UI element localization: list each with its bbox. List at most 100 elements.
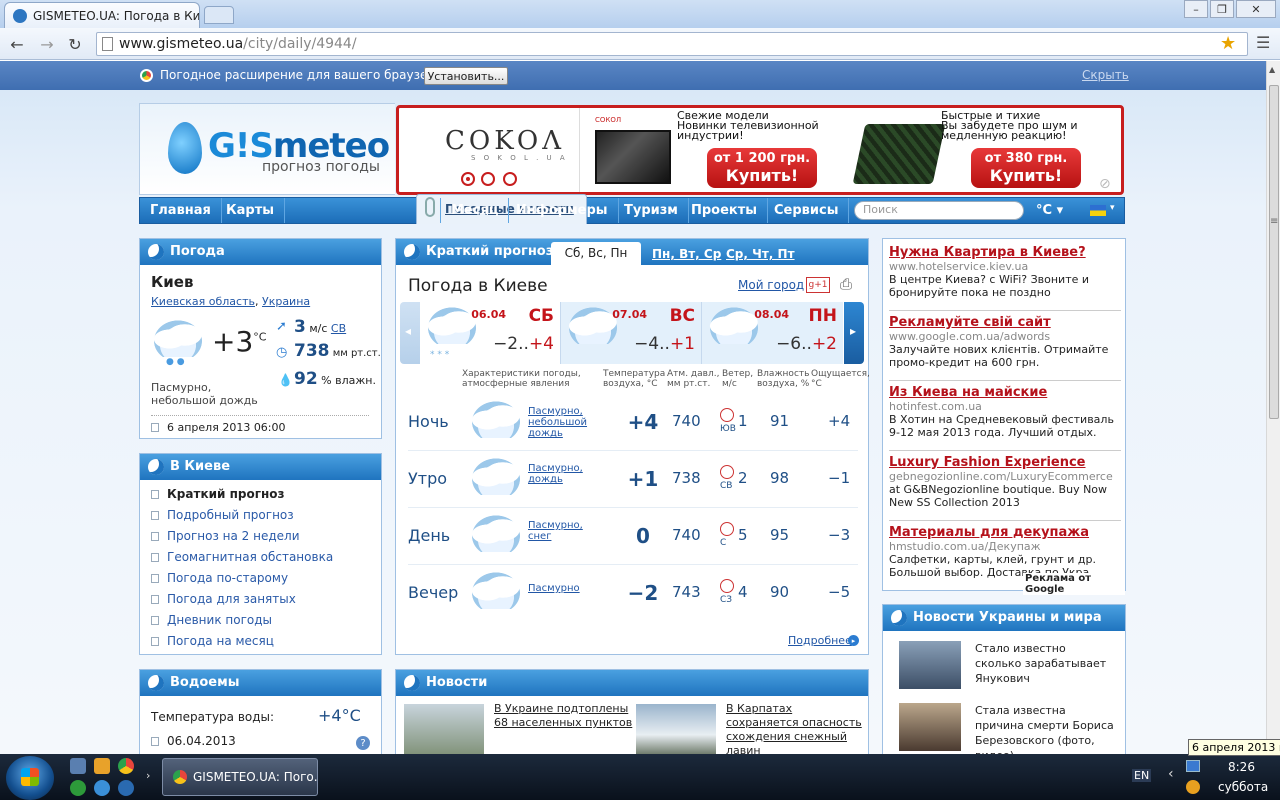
clock-day[interactable]: суббота [1218,780,1268,794]
buy-gpu-button[interactable]: от 380 грн. Купить! [971,148,1081,188]
bookmark-star-icon[interactable]: ★ [1220,33,1236,54]
chevron-down-icon[interactable]: ▾ [1110,203,1115,213]
forward-arrow-icon[interactable]: → [36,33,58,55]
forecast-panel: Краткий прогноз: Сб, Вс, Пн Пн, Вт, Ср С… [395,238,870,655]
clock-time[interactable]: 8:26 [1228,760,1255,774]
nav-informers[interactable]: Информеры [506,198,619,223]
ukraine-flag-icon[interactable] [1090,205,1106,216]
tray-expand-icon[interactable]: ‹ [1168,766,1174,782]
nav-home[interactable]: Главная [140,198,222,223]
news-photo-berezovsky[interactable] [899,703,961,751]
start-button[interactable] [6,756,54,800]
ad-item-may-holidays[interactable]: Из Киева на майские hotinfest.com.ua В Хот… [889,385,1121,451]
country-link[interactable]: Украина [262,295,310,308]
news-item-flood[interactable]: В Украине подтоплены 68 населенных пункт… [494,702,634,730]
forecast-row-night: Ночь Пасмурно, небольшой дождь +4 740 ЮВ… [408,394,858,451]
date-tooltip: 6 апреля 2013 г. [1188,739,1280,756]
arrow-right-icon[interactable]: ▸ [848,635,859,646]
ad-item-luxury[interactable]: Luxury Fashion Experience gebnegozionline… [889,455,1121,521]
close-window-button[interactable]: ✕ [1236,0,1276,18]
prev-days-arrow-icon[interactable]: ◂ [400,302,420,364]
banner-dot-3[interactable] [503,172,517,186]
maximize-button[interactable]: ❐ [1210,0,1234,18]
nav-projects[interactable]: Проекты [681,198,769,223]
menu-item-month[interactable]: Погода на месяц [151,631,333,652]
day-card-sun[interactable]: 07.04 ВС −4..+1 [561,302,702,364]
day-card-mon[interactable]: 08.04 ПН −6..+2 [702,302,843,364]
language-indicator[interactable]: EN [1132,769,1152,782]
tv-image [595,130,671,184]
scroll-thumb[interactable] [1269,85,1279,419]
page-scrollbar[interactable]: ▲ ≡ [1266,61,1280,753]
menu-item-diary[interactable]: Дневник погоды [151,610,333,631]
print-icon[interactable]: ⎙ [840,275,852,293]
menu-item-short-forecast[interactable]: Краткий прогноз [151,484,333,505]
humidity-readout: 92 % влажн. [294,369,376,389]
search-input[interactable]: Поиск [854,201,1024,220]
banner-dot-2[interactable] [481,172,495,186]
menu-item-old-style[interactable]: Погода по-старому [151,568,333,589]
menu-item-detailed-forecast[interactable]: Подробный прогноз [151,505,333,526]
wrench-menu-icon[interactable]: ☰ [1256,33,1270,52]
ad-item-apartment[interactable]: Нужна Квартира в Киеве? www.hotelservice.… [889,245,1121,311]
banner-dot-1[interactable] [461,172,475,186]
ads-by-google[interactable]: Реклама от Google [1023,573,1125,595]
taskbar-chrome-window[interactable]: GISMETEO.UA: Пого... [162,758,318,796]
unit-selector[interactable]: °C ▾ [1036,198,1063,223]
windows-taskbar: › GISMETEO.UA: Пого... EN ‹ 8:26 суббота [0,754,1280,800]
network-icon[interactable] [1186,760,1200,772]
back-arrow-icon[interactable]: ← [6,33,28,55]
col-header-temp: Температура воздуха, °C [603,369,666,389]
address-bar[interactable]: www.gismeteo.ua/city/daily/4944/ [96,32,1248,56]
observation-time: 6 апреля 2013 06:00 [151,421,286,434]
wind-arrow-icon: ➚ [276,319,287,334]
wind-direction-icon [720,522,734,536]
help-icon[interactable]: ? [356,736,370,750]
show-desktop-icon[interactable] [70,758,86,774]
humidity-drop-icon: 💧 [278,373,293,387]
gismeteo-mark-icon [404,675,420,691]
reload-icon[interactable]: ↻ [64,33,86,55]
menu-item-geomagnetic[interactable]: Геомагнитная обстановка [151,547,333,568]
col-header-pressure: Атм. давл., мм рт.ст. [667,369,720,389]
hide-infobar-link[interactable]: Скрыть [1082,68,1129,82]
news-thumbnail-flood[interactable] [404,704,484,760]
tab-wed-thu-fri[interactable]: Ср, Чт, Пт [726,243,795,265]
day-card-sat[interactable]: * * * 06.04 СБ −2..+4 [420,302,561,364]
region-link[interactable]: Киевская область [151,295,255,308]
scroll-up-arrow-icon[interactable]: ▲ [1269,65,1275,74]
install-button[interactable]: Установить... [424,67,508,85]
next-days-arrow-icon[interactable]: ▸ [844,302,864,364]
ad-item-adwords[interactable]: Рекламуйте свій сайт www.google.com.ua/ad… [889,315,1121,381]
minimize-button[interactable]: – [1184,0,1208,18]
news-thumbnail-avalanche[interactable] [636,704,716,760]
col-header-wind: Ветер, м/с [722,369,754,389]
news-item-avalanche[interactable]: В Карпатах сохраняется опасность схожден… [726,702,866,758]
chrome-quicklaunch-icon[interactable] [118,758,134,774]
nav-maps[interactable]: Карты [216,198,285,223]
media-player-icon[interactable] [94,758,110,774]
buy-tv-button[interactable]: от 1 200 грн. Купить! [707,148,817,188]
menu-item-for-busy[interactable]: Погода для занятых [151,589,333,610]
ad-banner[interactable]: COKOΛ S O K O L . U A СОКОЛ Свежие модел… [396,105,1124,195]
quicklaunch-chevron-icon[interactable]: › [146,769,150,782]
unews-item-1[interactable]: Стало известно сколько зарабатывает Янук… [975,641,1115,686]
more-link[interactable]: Подробнее [788,634,852,647]
tab-sat-sun-mon[interactable]: Сб, Вс, Пн [551,242,641,265]
nav-tourism[interactable]: Туризм [614,198,689,223]
menu-item-two-weeks[interactable]: Прогноз на 2 недели [151,526,333,547]
google-plus-button[interactable]: g +1 [806,277,830,293]
utorrent-icon[interactable] [70,780,86,796]
forecast-row-day: День Пасмурно, снег 0 740 С 5 95 −3 [408,508,858,565]
current-weather-panel: Погода Киев Киевская область, Украина ● … [139,238,382,439]
browser-tab[interactable]: GISMETEO.UA: Погода в Ки ✕ [4,2,200,28]
nav-month[interactable]: Месяц [440,198,510,223]
my-city-link[interactable]: Мой город [738,278,804,292]
app-quicklaunch-icon[interactable] [118,780,134,796]
tray-app-icon[interactable] [1186,780,1200,794]
new-tab-button[interactable] [204,6,234,24]
news-photo-yanukovych[interactable] [899,641,961,689]
nav-services[interactable]: Сервисы [764,198,850,223]
internet-explorer-icon[interactable] [94,780,110,796]
tab-mon-tue-wed[interactable]: Пн, Вт, Ср [652,243,721,265]
